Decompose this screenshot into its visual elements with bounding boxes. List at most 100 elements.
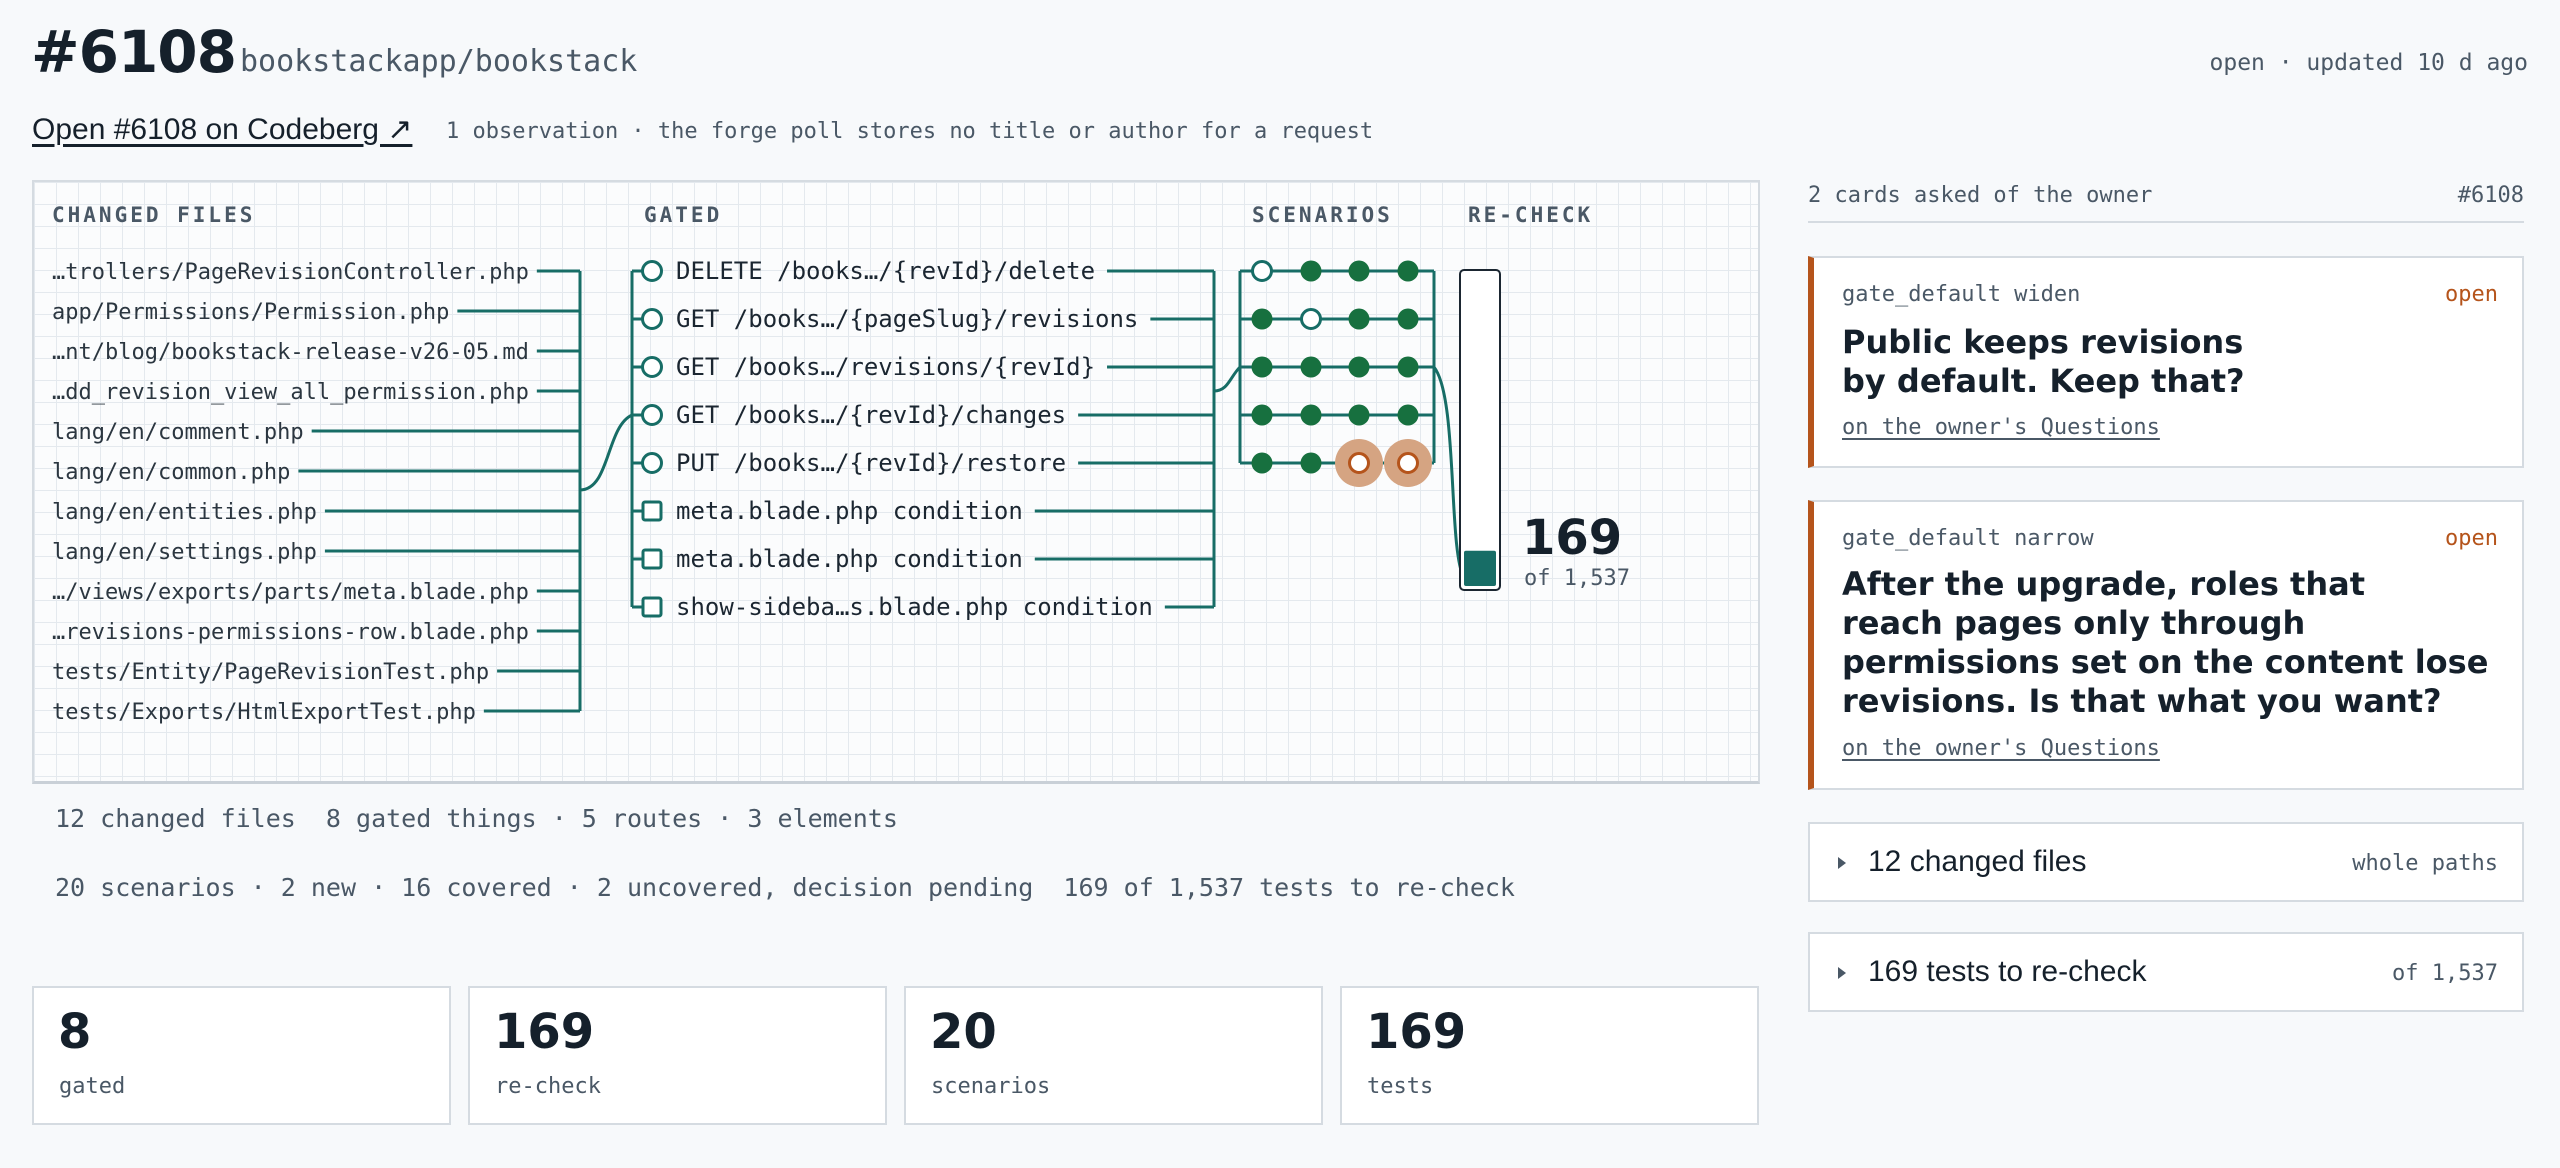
scenario-covered-dot <box>1251 452 1273 474</box>
header-changed-files: CHANGED FILES <box>52 203 255 227</box>
recheck-of-total: of 1,537 <box>1524 566 1630 591</box>
scenario-covered-dot <box>1300 356 1322 378</box>
gated-item-label: meta.blade.php condition <box>676 497 1023 525</box>
gated-to-scenarios-link <box>1213 365 1242 393</box>
scenario-covered-dot <box>1348 404 1370 426</box>
scenario-covered-dot <box>1251 404 1273 426</box>
cards-header: 2 cards asked of the owner #6108 <box>1808 183 2524 223</box>
scenario-covered-dot <box>1251 356 1273 378</box>
route-circle-icon <box>641 404 663 426</box>
stat-value: 8 <box>58 1004 92 1060</box>
gated-item-label: GET /books…/{revId}/changes <box>676 401 1066 429</box>
question-card-narrow: gate_default narrow open After the upgra… <box>1808 500 2524 790</box>
changed-file-label: tests/Entity/PageRevisionTest.php <box>52 660 489 685</box>
pr-number: #6108 <box>31 18 237 86</box>
stat-card-recheck: 169 re-check <box>468 986 887 1125</box>
stat-label: re-check <box>495 1074 601 1099</box>
changed-file-label: …trollers/PageRevisionController.php <box>52 260 529 285</box>
question-line: reach pages only through <box>1842 604 2306 642</box>
caret-right-icon <box>1838 967 1846 979</box>
summary-line-scenarios: 20 scenarios · 2 new · 16 covered · 2 un… <box>55 873 1515 902</box>
header-recheck: RE-CHECK <box>1468 203 1593 227</box>
gated-item-label: PUT /books…/{revId}/restore <box>676 449 1066 477</box>
scenario-covered-dot <box>1251 308 1273 330</box>
owner-questions-link[interactable]: on the owner's Questions <box>1842 736 2160 761</box>
route-circle-icon <box>641 308 663 330</box>
observation-note: 1 observation · the forge poll stores no… <box>446 119 1374 144</box>
changed-file-label: lang/en/common.php <box>52 460 290 485</box>
scenario-covered-dot <box>1348 260 1370 282</box>
gated-item-label: GET /books…/revisions/{revId} <box>676 353 1095 381</box>
question-line: permissions set on the content lose <box>1842 643 2489 681</box>
changed-file-label: …nt/blog/bookstack-release-v26-05.md <box>52 340 529 365</box>
changed-file-label: lang/en/settings.php <box>52 540 317 565</box>
stat-value: 169 <box>1366 1004 1467 1060</box>
route-circle-icon <box>641 356 663 378</box>
gated-item-label: GET /books…/{pageSlug}/revisions <box>676 305 1138 333</box>
caret-right-icon <box>1838 857 1846 869</box>
changed-file-label: …dd_revision_view_all_permission.php <box>52 380 529 405</box>
gated-item-label: DELETE /books…/{revId}/delete <box>676 257 1095 285</box>
recheck-value: 169 <box>1522 510 1622 566</box>
cards-title: 2 cards asked of the owner <box>1808 183 2153 208</box>
scenario-new-dot <box>1300 308 1322 330</box>
diagram-panel: CHANGED FILES GATED SCENARIOS RE-CHECK …trol… <box>32 180 1760 784</box>
header-scenarios: SCENARIOS <box>1252 203 1393 227</box>
collapsible-label: 12 changed files <box>1868 845 2087 878</box>
changed-file-label: tests/Exports/HtmlExportTest.php <box>52 700 476 725</box>
changed-files-collapsible[interactable]: 12 changed files whole paths <box>1808 822 2524 902</box>
gated-item-label: meta.blade.php condition <box>676 545 1023 573</box>
recheck-bar-track <box>1459 269 1501 591</box>
changed-file-label: …revisions-permissions-row.blade.php <box>52 620 529 645</box>
stat-label: gated <box>59 1074 126 1099</box>
changed-file-label: …/views/exports/parts/meta.blade.php <box>52 580 529 605</box>
scenario-covered-dot <box>1300 260 1322 282</box>
tests-recheck-collapsible[interactable]: 169 tests to re-check of 1,537 <box>1808 932 2524 1012</box>
scenario-new-dot <box>1251 260 1273 282</box>
scenario-covered-dot <box>1397 308 1419 330</box>
question-state: open <box>2445 282 2498 307</box>
open-on-codeberg-link[interactable]: Open #6108 on Codeberg ↗ <box>32 112 412 147</box>
collapsible-hint: whole paths <box>2352 851 2498 876</box>
repo-name: bookstackapp/bookstack <box>240 44 638 79</box>
question-line: After the upgrade, roles that <box>1842 565 2365 603</box>
question-line: by default. Keep that? <box>1842 362 2245 400</box>
question-line: revisions. Is that what you want? <box>1842 682 2442 720</box>
stat-card-scenarios: 20 scenarios <box>904 986 1323 1125</box>
route-circle-icon <box>641 260 663 282</box>
element-square-icon <box>641 548 663 570</box>
stat-card-tests: 169 tests <box>1340 986 1759 1125</box>
change-flow-diagram: CHANGED FILES GATED SCENARIOS RE-CHECK …trol… <box>52 203 1630 725</box>
stat-card-gated: 8 gated <box>32 986 451 1125</box>
changed-file-label: lang/en/comment.php <box>52 420 304 445</box>
scenario-covered-dot <box>1397 356 1419 378</box>
scenario-covered-dot <box>1300 404 1322 426</box>
summary-line-files: 12 changed files 8 gated things · 5 rout… <box>55 804 898 833</box>
files-to-gated-link <box>579 413 633 492</box>
status-line: open · updated 10 d ago <box>2209 50 2529 76</box>
cards-pr-number: #6108 <box>2457 183 2524 208</box>
scenario-uncovered-dot <box>1397 452 1419 474</box>
scenario-covered-dot <box>1348 356 1370 378</box>
scenario-covered-dot <box>1397 404 1419 426</box>
scenario-uncovered-dot <box>1348 452 1370 474</box>
stat-label: scenarios <box>931 1074 1051 1099</box>
owner-questions-link[interactable]: on the owner's Questions <box>1842 415 2160 440</box>
scenario-covered-dot <box>1348 308 1370 330</box>
element-square-icon <box>641 596 663 618</box>
recheck-bar-fill <box>1464 550 1496 586</box>
question-tag: gate_default widen <box>1842 282 2081 307</box>
header-gated: GATED <box>644 203 722 227</box>
changed-file-label: app/Permissions/Permission.php <box>52 300 449 325</box>
question-card-widen: gate_default widen open Public keeps rev… <box>1808 256 2524 468</box>
gated-item-label: show-sideba…s.blade.php condition <box>676 593 1153 621</box>
element-square-icon <box>641 500 663 522</box>
stat-label: tests <box>1367 1074 1434 1099</box>
scenario-covered-dot <box>1300 452 1322 474</box>
question-line: Public keeps revisions <box>1842 323 2244 361</box>
question-tag: gate_default narrow <box>1842 526 2094 551</box>
collapsible-hint: of 1,537 <box>2392 961 2498 986</box>
question-state: open <box>2445 526 2498 551</box>
stat-value: 20 <box>930 1004 997 1060</box>
route-circle-icon <box>641 452 663 474</box>
